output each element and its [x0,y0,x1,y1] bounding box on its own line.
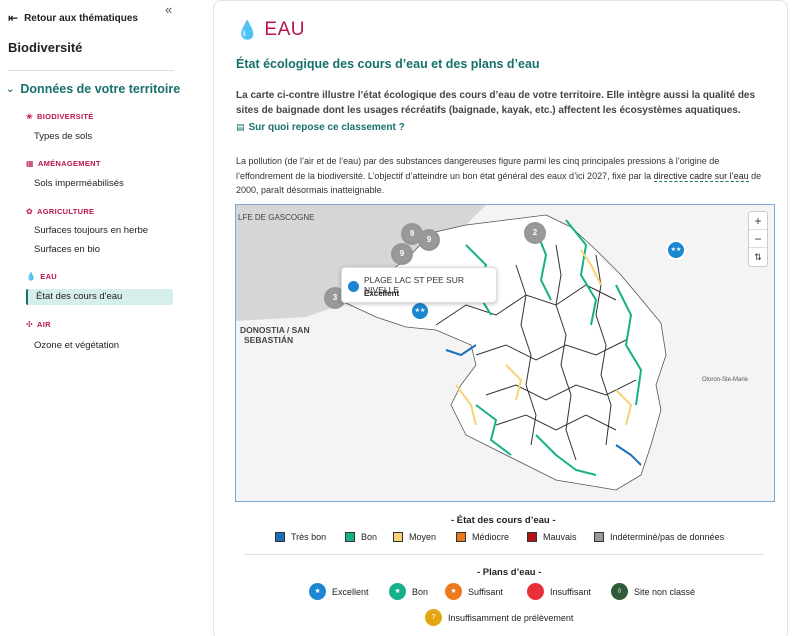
page-header: 💧 EAU [236,19,305,41]
plan-eau-excellent-marker[interactable]: ★★ [410,301,430,321]
water-drop-icon: 💧 [236,19,259,40]
sidebar-item-sols-impermeabilises[interactable]: Sols imperméabilisés [34,178,124,189]
sidebar-item-surfaces-bio[interactable]: Surfaces en bio [34,244,100,255]
sidebar-item-types-de-sols[interactable]: Types de sols [34,131,92,142]
map-canvas[interactable] [236,205,775,502]
collapse-sidebar-icon[interactable]: « [165,2,172,17]
legend-insuffisamment: ? Insuffisamment de prélèvement [425,609,573,626]
legend-mauvais: Mauvais [527,532,577,542]
pollution-paragraph: La pollution (de l’air et de l’eau) par … [236,156,762,195]
sidebar-section-territory[interactable]: ⌄ Données de votre territoire [6,82,180,96]
section-label: Données de votre territoire [20,82,181,96]
map-label-gulf: LFE DE GASCOGNE [238,213,315,222]
map-label-oloron: Oloron-Ste-Marie [702,377,749,383]
wheat-icon: ✿ [26,207,34,216]
back-link-label: Retour aux thématiques [24,12,138,24]
swatch [345,532,355,542]
ranking-basis-link[interactable]: ▤ Sur quoi repose ce classement ? [236,122,405,133]
legend-bon-plan: ★ Bon [389,583,428,600]
legend-moyen: Moyen [393,532,436,542]
divider [8,70,174,71]
air-icon: ✣ [26,320,34,329]
swatch [527,532,537,542]
legend-excellent: ★ Excellent [309,583,369,600]
divider [244,554,764,555]
category-agriculture: ✿ AGRICULTURE [26,207,95,216]
category-air: ✣ AIR [26,320,51,329]
building-icon: ▦ [26,159,34,168]
legend-bon: Bon [345,532,377,542]
leaf-icon: ❀ [26,112,34,121]
question-icon: ? [425,609,442,626]
legend-tres-bon: Très bon [275,532,326,542]
lakes-legend-title: - Plans d’eau - [477,567,542,578]
sidebar-item-surfaces-herbe[interactable]: Surfaces toujours en herbe [34,225,148,236]
document-icon: ▤ [236,122,245,132]
zoom-in-button[interactable]: + [749,212,767,230]
swatch [456,532,466,542]
star-icon: ★ [445,583,462,600]
swatch [275,532,285,542]
directive-link[interactable]: directive cadre sur l’eau [653,170,749,182]
chevron-down-icon: ⌄ [6,83,15,95]
legend-non-classe: ◊ Site non classé [611,583,695,600]
sidebar-item-ozone[interactable]: Ozone et végétation [34,340,119,351]
tooltip-site-status: Excellent [364,289,400,298]
water-drop-icon: 💧 [26,272,37,281]
rivers-legend-title: - État des cours d’eau - [451,515,556,526]
map-cluster[interactable]: 9 [391,243,413,265]
category-eau: 💧 EAU [26,272,58,281]
zoom-controls: + − ⇅ [748,211,768,267]
back-to-themes-link[interactable]: ⇤ Retour aux thématiques [8,11,138,25]
map-label-donostia: DONOSTIA / SAN SEBASTIÁN [240,325,310,345]
legend-suffisant: ★ Suffisant [445,583,503,600]
legend-insuffisant: Insuffisant [527,583,591,600]
map-tooltip: PLAGE LAC ST PEE SUR NIVELLE Excellent [341,267,497,303]
legend-mediocre: Médiocre [456,532,509,542]
back-arrow-icon: ⇤ [8,11,19,25]
location-pin-icon: ◊ [611,583,628,600]
swatch [393,532,403,542]
swatch [594,532,604,542]
star-icon: ★ [389,583,406,600]
zoom-out-button[interactable]: − [749,230,767,248]
content-card: 💧 EAU État écologique des cours d’eau et… [213,0,788,636]
sidebar: ⇤ Retour aux thématiques « Biodiversité … [0,0,190,636]
category-biodiversite: ❀ BIODIVERSITÉ [26,112,94,121]
section-heading: État écologique des cours d’eau et des p… [236,57,540,71]
star-icon: ★ [309,583,326,600]
circle-icon [527,583,544,600]
category-amenagement: ▦ AMÉNAGEMENT [26,159,101,168]
map-cluster[interactable]: 2 [524,222,546,244]
sidebar-title: Biodiversité [8,40,83,55]
map-cluster[interactable]: 9 [418,229,440,251]
star-icon [348,281,359,292]
sidebar-item-etat-cours-eau[interactable]: État des cours d'eau [26,289,173,305]
intro-text: La carte ci-contre illustre l’état écolo… [236,90,756,116]
reset-north-button[interactable]: ⇅ [749,248,767,266]
water-map[interactable]: LFE DE GASCOGNE DONOSTIA / SAN SEBASTIÁN… [235,204,775,502]
legend-indetermine: Indéterminé/pas de données [594,532,724,542]
plan-eau-excellent-marker[interactable]: ★★ [666,240,686,260]
page-title: EAU [264,19,305,40]
